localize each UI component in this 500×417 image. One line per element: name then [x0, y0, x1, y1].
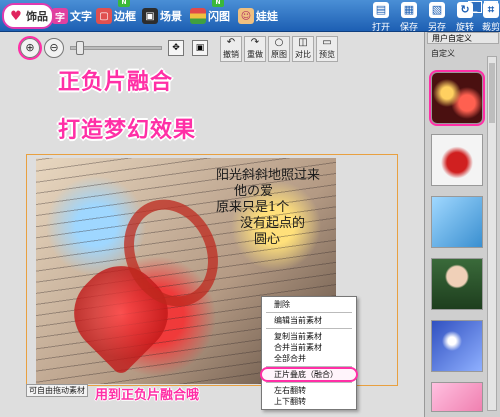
preview-icon: ▭ [322, 37, 332, 48]
headline-title: 正负片融合 [58, 70, 174, 95]
tab-flash-label: 闪图 [208, 10, 230, 23]
thumbnail-stars[interactable] [431, 320, 483, 372]
menu-item-flip-vertical[interactable]: 上下翻转 [262, 396, 356, 407]
menu-item-multiply-blend[interactable]: 正片叠底（融合） [260, 367, 358, 382]
original-button[interactable]: ○ 原图 [268, 36, 290, 62]
doll-icon: ☺ [238, 8, 254, 24]
context-menu: 删除 编辑当前素材 复制当前素材 合并当前素材 全部合并 正片叠底（融合） 左右… [260, 296, 358, 410]
actual-size-icon: ▣ [195, 43, 205, 53]
poem-line: 他の爱 [234, 184, 274, 199]
annotation-text: 用到正负片融合哦 [95, 388, 200, 403]
scrollbar-thumb[interactable] [489, 63, 495, 123]
zoom-in-icon: ⊕ [25, 41, 35, 54]
poem-line: 没有起点的 [240, 216, 306, 231]
save-as-button[interactable]: ▧ 另存 [424, 2, 450, 33]
zoom-in-button[interactable]: ⊕ [18, 36, 42, 60]
preview-label: 预览 [319, 50, 335, 59]
menu-item-merge-all[interactable]: 全部合并 [262, 353, 356, 364]
zoom-out-icon: ⊖ [49, 41, 59, 54]
menu-item-copy[interactable]: 复制当前素材 [262, 331, 356, 342]
save-button[interactable]: ▦ 保存 [396, 2, 422, 33]
save-as-icon: ▧ [429, 2, 445, 18]
poem-line: 原来只是1个 [216, 200, 290, 215]
new-badge: N [212, 0, 224, 7]
tab-accessories-label: 饰品 [26, 10, 48, 23]
tab-frame[interactable]: N ▢ 边框 [92, 0, 140, 29]
zoom-out-button[interactable]: ⊖ [44, 38, 64, 58]
poem-line: 圆心 [254, 232, 281, 247]
tab-scene[interactable]: ▣ 场景 [138, 3, 186, 29]
rotate-button[interactable]: ↻ 旋转 [452, 2, 478, 33]
menu-separator [266, 366, 352, 367]
menu-separator [266, 382, 352, 383]
tab-doll[interactable]: ☺ 娃娃 [234, 3, 282, 29]
tab-accessories[interactable]: ♥ 饰品 [2, 3, 54, 29]
undo-icon: ↶ [226, 37, 236, 48]
tab-doll-label: 娃娃 [256, 10, 278, 23]
poem-line: 阳光斜斜地照过来 [216, 168, 321, 183]
tab-text[interactable]: 字 文字 [48, 3, 96, 29]
thumbnail-bokeh[interactable] [429, 70, 485, 126]
undo-button[interactable]: ↶ 撤销 [220, 36, 242, 62]
frame-icon: ▢ [96, 8, 112, 24]
thumbnail-portrait[interactable] [431, 258, 483, 310]
panel-scrollbar[interactable] [487, 56, 497, 411]
compare-button[interactable]: ◫ 对比 [292, 36, 314, 62]
tab-flash[interactable]: N 闪图 [186, 0, 234, 29]
menu-item-delete[interactable]: 删除 [262, 299, 356, 310]
fit-screen-button[interactable]: ✥ [168, 40, 184, 56]
menu-item-flip-horizontal[interactable]: 左右翻转 [262, 385, 356, 396]
preview-button[interactable]: ▭ 预览 [316, 36, 338, 62]
text-icon: 字 [52, 8, 68, 24]
heart-icon: ♥ [10, 8, 22, 24]
material-panel: 用户自定义 自定义 [424, 32, 500, 417]
drag-hint: 可自由拖动素材 [26, 384, 88, 397]
zoom-slider-handle[interactable] [76, 41, 84, 55]
menu-separator [266, 328, 352, 329]
redo-button[interactable]: ↷ 重做 [244, 36, 266, 62]
new-badge: N [118, 0, 130, 7]
tab-scene-label: 场景 [160, 10, 182, 23]
crop-icon: ⌗ [483, 2, 499, 18]
thumbnail-blue-lights[interactable] [431, 196, 483, 248]
crop-button[interactable]: ⌗ 裁剪 [478, 2, 500, 33]
poem-text: 阳光斜斜地照过来 他の爱 原来只是1个 没有起点的 圆心 [216, 168, 320, 248]
menu-item-edit[interactable]: 编辑当前素材 [262, 315, 356, 326]
flash-icon [190, 8, 206, 24]
compare-label: 对比 [295, 50, 311, 59]
menu-separator [266, 312, 352, 313]
tab-frame-label: 边框 [114, 10, 136, 23]
tab-user-custom[interactable]: 用户自定义 [427, 32, 499, 44]
save-icon: ▦ [401, 2, 417, 18]
panel-label: 自定义 [431, 49, 455, 58]
original-icon: ○ [274, 37, 284, 48]
scene-icon: ▣ [142, 8, 158, 24]
fit-screen-icon: ✥ [172, 43, 180, 53]
original-label: 原图 [271, 50, 287, 59]
rotate-icon: ↻ [457, 2, 473, 18]
compare-icon: ◫ [298, 37, 308, 48]
open-icon: ▤ [373, 2, 389, 18]
thumbnail-heart[interactable] [431, 134, 483, 186]
menu-item-merge[interactable]: 合并当前素材 [262, 342, 356, 353]
redo-icon: ↷ [250, 37, 260, 48]
undo-label: 撤销 [223, 50, 239, 59]
actual-size-button[interactable]: ▣ [192, 40, 208, 56]
headline-subtitle: 打造梦幻效果 [58, 118, 197, 143]
redo-label: 重做 [247, 50, 263, 59]
thumbnail-pink[interactable] [431, 382, 483, 412]
open-button[interactable]: ▤ 打开 [368, 2, 394, 33]
tab-text-label: 文字 [70, 10, 92, 23]
